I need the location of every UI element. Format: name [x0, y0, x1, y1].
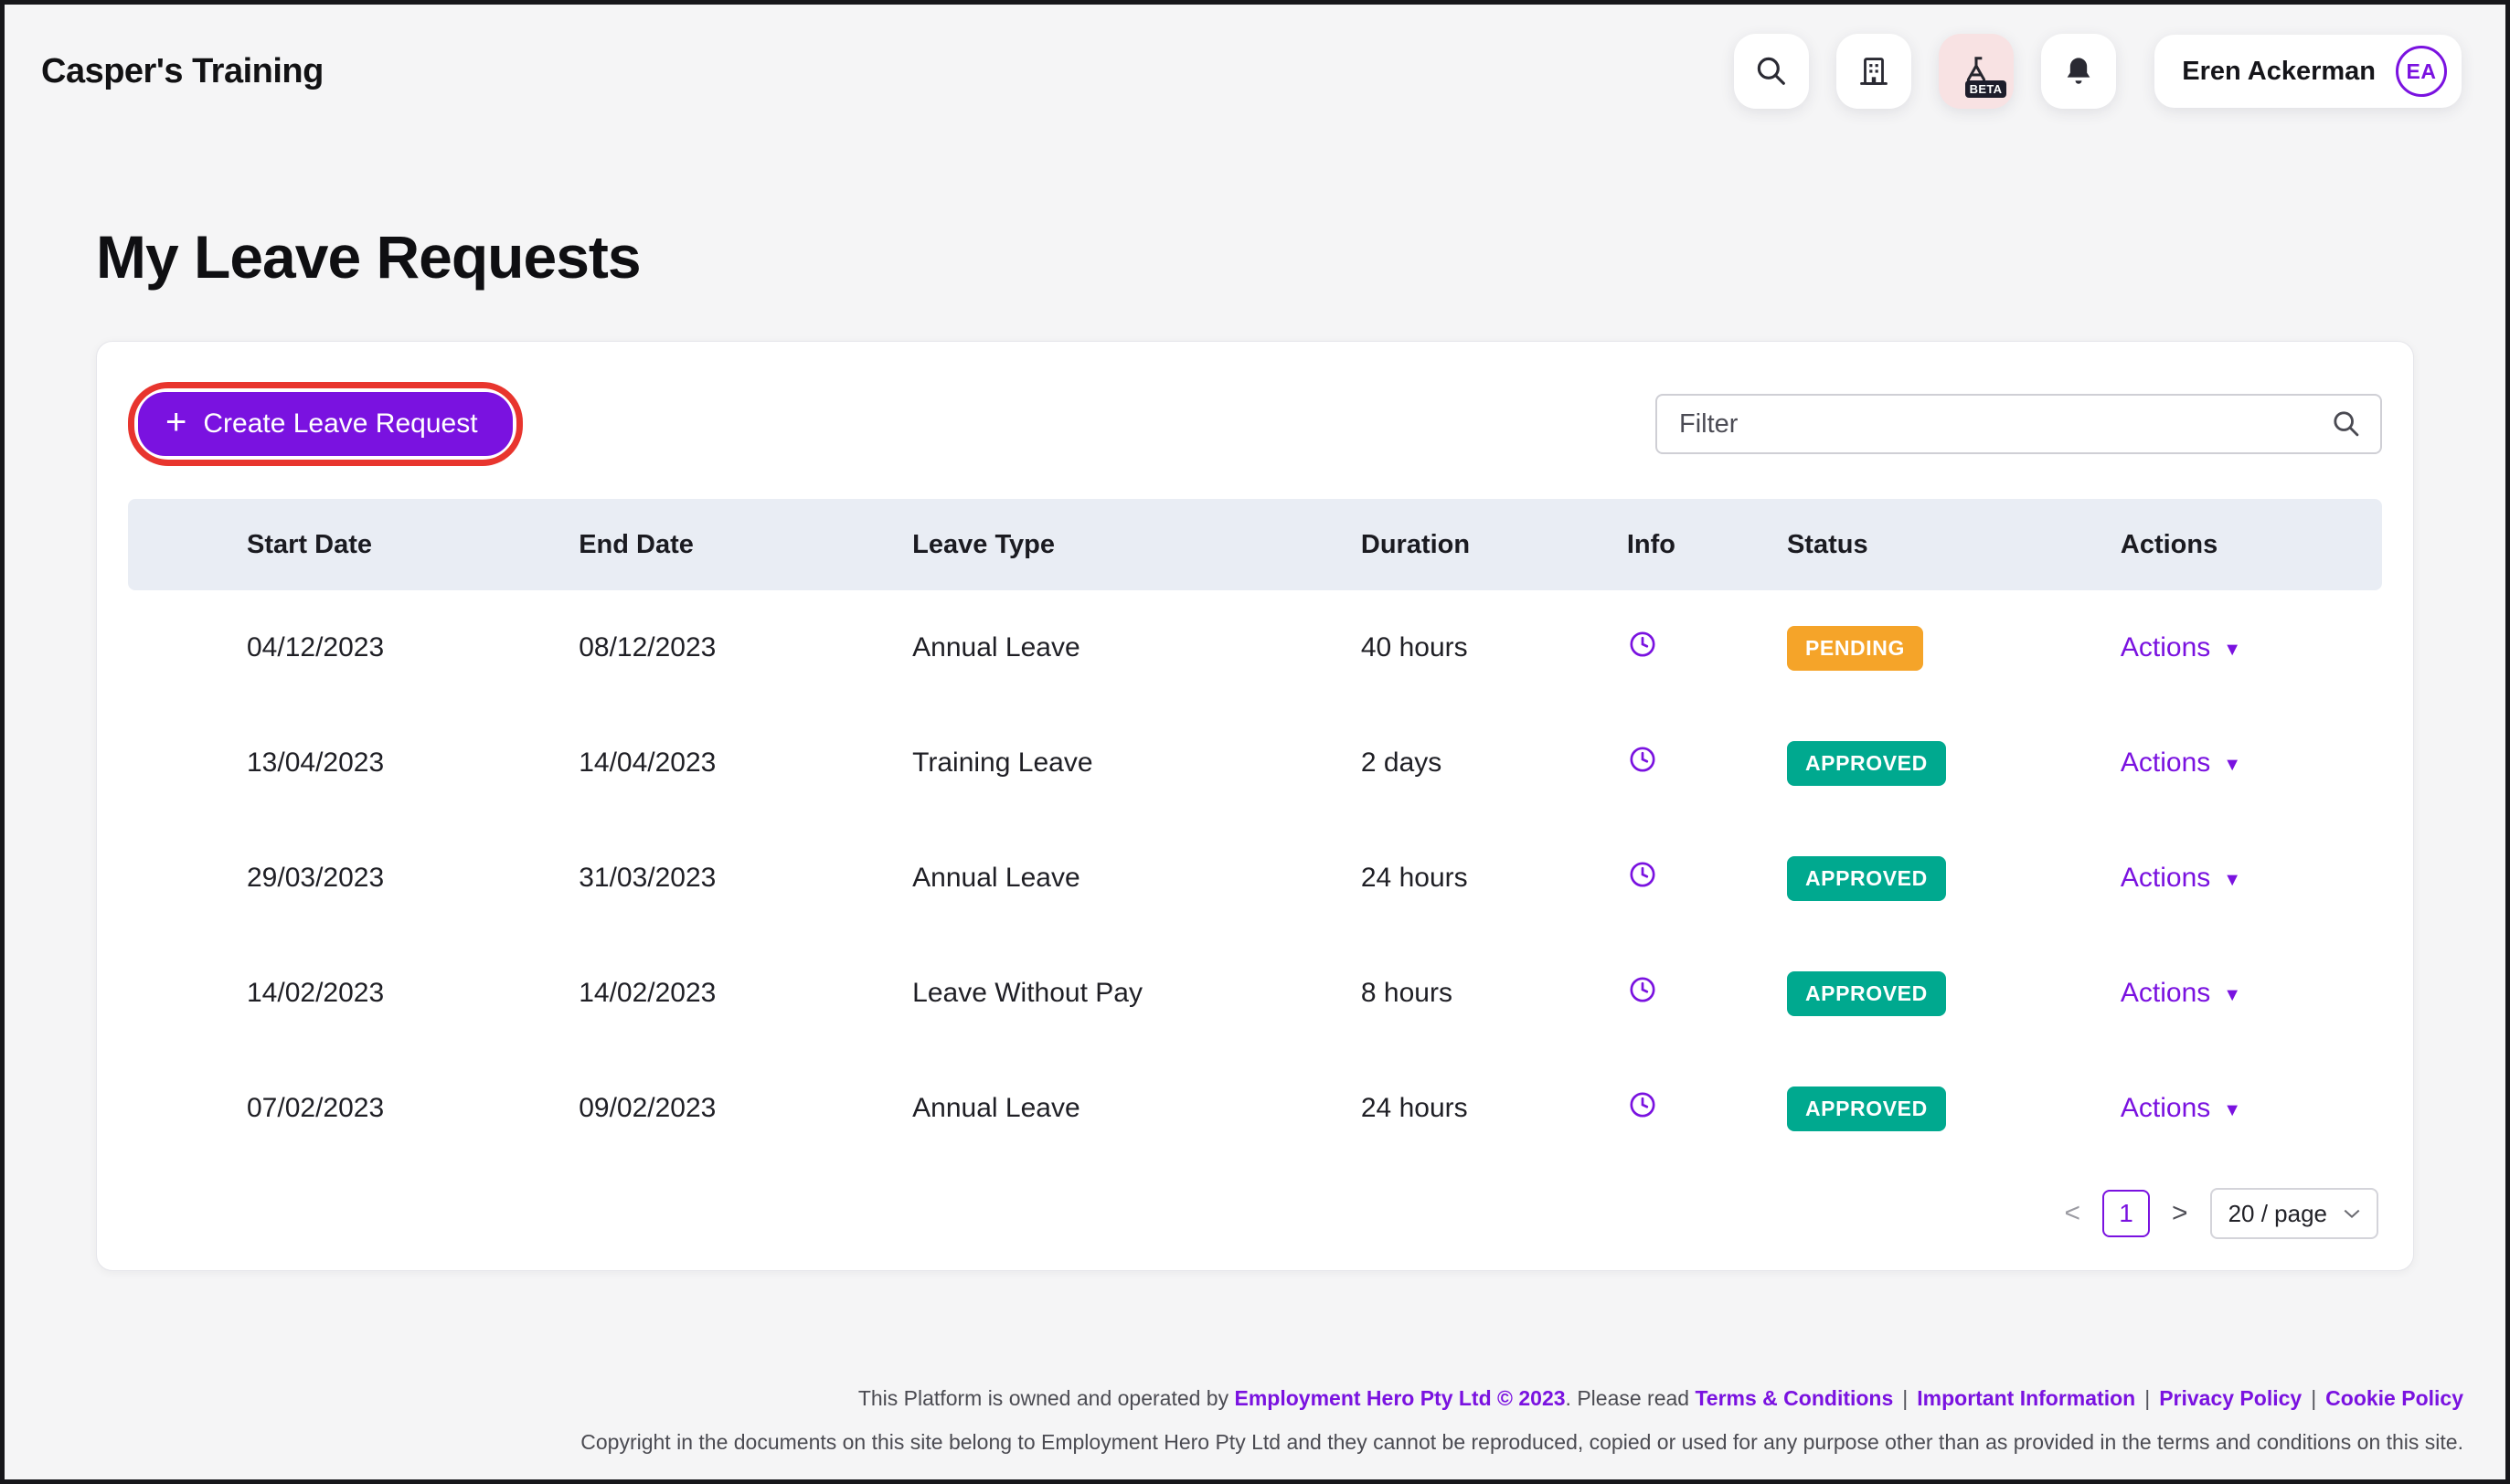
footer: This Platform is owned and operated by E… [5, 1383, 2505, 1458]
important-information-link[interactable]: Important Information [1917, 1386, 2135, 1410]
cell-start-date: 07/02/2023 [247, 1093, 385, 1123]
cell-leave-type: Annual Leave [912, 863, 1080, 893]
cell-start-date: 13/04/2023 [247, 747, 385, 778]
footer-separator: | [1902, 1386, 1909, 1410]
cookie-policy-link[interactable]: Cookie Policy [2325, 1386, 2463, 1410]
cell-end-date: 14/02/2023 [579, 978, 717, 1008]
status-badge: APPROVED [1786, 740, 1946, 786]
cell-start-date: 14/02/2023 [247, 978, 385, 1008]
labs-beta-button[interactable]: BETA [1939, 34, 2015, 109]
pagination-page-1-button[interactable]: 1 [2102, 1190, 2151, 1237]
column-header-duration: Duration [1360, 499, 1627, 590]
table-row: 04/12/2023 08/12/2023 Annual Leave 40 ho… [128, 590, 2382, 705]
clock-icon[interactable] [1627, 744, 1658, 775]
filter-container [1655, 394, 2382, 454]
column-header-end-date: End Date [579, 499, 913, 590]
table-row: 29/03/2023 31/03/2023 Annual Leave 24 ho… [128, 821, 2382, 936]
cell-end-date: 09/02/2023 [579, 1093, 717, 1123]
beta-badge: BETA [1964, 80, 2007, 98]
column-header-info: Info [1626, 499, 1787, 590]
user-name: Eren Ackerman [2182, 56, 2376, 86]
caret-down-icon: ▼ [2223, 985, 2242, 1005]
notifications-button[interactable] [2041, 34, 2117, 109]
table-row: 13/04/2023 14/04/2023 Training Leave 2 d… [128, 705, 2382, 821]
table-row: 14/02/2023 14/02/2023 Leave Without Pay … [128, 936, 2382, 1051]
bell-icon [2061, 54, 2096, 89]
caret-down-icon: ▼ [2223, 870, 2242, 890]
footer-separator: | [2311, 1386, 2317, 1410]
privacy-policy-link[interactable]: Privacy Policy [2159, 1386, 2302, 1410]
pagination-prev-button[interactable]: < [2065, 1198, 2081, 1229]
cell-end-date: 08/12/2023 [579, 632, 717, 662]
terms-conditions-link[interactable]: Terms & Conditions [1695, 1386, 1893, 1410]
cell-start-date: 29/03/2023 [247, 863, 385, 893]
cell-duration: 40 hours [1360, 632, 1468, 662]
cell-duration: 2 days [1360, 747, 1442, 778]
cell-duration: 24 hours [1360, 863, 1468, 893]
leave-requests-card: + Create Leave Request Start Date End Da… [96, 341, 2414, 1271]
column-header-status: Status [1786, 499, 2121, 590]
pagination: < 1 > 20 / page [128, 1188, 2382, 1239]
cell-duration: 24 hours [1360, 1093, 1468, 1123]
row-actions-button[interactable]: Actions ▼ [2121, 863, 2241, 894]
organisation-button[interactable] [1836, 34, 1912, 109]
status-badge: APPROVED [1786, 855, 1946, 901]
cell-end-date: 31/03/2023 [579, 863, 717, 893]
leave-requests-table: Start Date End Date Leave Type Duration … [128, 499, 2382, 1166]
cell-duration: 8 hours [1360, 978, 1452, 1008]
page-size-select[interactable]: 20 / page [2209, 1188, 2378, 1239]
page-title: My Leave Requests [96, 223, 642, 291]
user-menu[interactable]: Eren Ackerman EA [2154, 35, 2462, 108]
column-header-leave-type: Leave Type [912, 499, 1361, 590]
status-badge: APPROVED [1786, 970, 1946, 1016]
caret-down-icon: ▼ [2223, 755, 2242, 775]
column-header-start-date: Start Date [128, 499, 580, 590]
caret-down-icon: ▼ [2223, 640, 2242, 660]
column-header-actions: Actions [2120, 499, 2382, 590]
cell-start-date: 04/12/2023 [247, 632, 385, 662]
row-actions-button[interactable]: Actions ▼ [2121, 978, 2241, 1009]
filter-search-icon [2331, 408, 2362, 440]
footer-copyright-text: Copyright in the documents on this site … [580, 1429, 2463, 1454]
cell-end-date: 14/04/2023 [579, 747, 717, 778]
caret-down-icon: ▼ [2223, 1100, 2242, 1120]
footer-please-read-text: . Please read [1565, 1386, 1696, 1410]
status-badge: APPROVED [1786, 1086, 1946, 1131]
employment-hero-link[interactable]: Employment Hero Pty Ltd © 2023 [1235, 1386, 1566, 1410]
clock-icon[interactable] [1627, 859, 1658, 890]
card-toolbar: + Create Leave Request [128, 382, 2382, 466]
search-button[interactable] [1734, 34, 1810, 109]
clock-icon[interactable] [1627, 629, 1658, 660]
status-badge: PENDING [1786, 625, 1923, 671]
app-title: Casper's Training [41, 51, 324, 90]
cell-leave-type: Annual Leave [912, 1093, 1080, 1123]
building-icon [1856, 54, 1891, 89]
footer-line1: This Platform is owned and operated by E… [47, 1383, 2463, 1415]
filter-input[interactable] [1655, 394, 2382, 454]
footer-ownership-text: This Platform is owned and operated by [857, 1386, 1235, 1410]
avatar: EA [2396, 46, 2447, 97]
row-actions-button[interactable]: Actions ▼ [2121, 747, 2241, 779]
chevron-down-icon [2344, 1209, 2360, 1219]
app-header: Casper's Training BETA Eren Ackerman EA [5, 5, 2505, 138]
cell-leave-type: Annual Leave [912, 632, 1080, 662]
create-leave-request-button[interactable]: + Create Leave Request [138, 392, 513, 456]
cell-leave-type: Leave Without Pay [912, 978, 1143, 1008]
row-actions-button[interactable]: Actions ▼ [2121, 1093, 2241, 1124]
cell-leave-type: Training Leave [912, 747, 1093, 778]
table-row: 07/02/2023 09/02/2023 Annual Leave 24 ho… [128, 1051, 2382, 1166]
row-actions-button[interactable]: Actions ▼ [2121, 632, 2241, 663]
create-button-highlight-ring: + Create Leave Request [128, 382, 523, 466]
footer-separator: | [2144, 1386, 2151, 1410]
table-header: Start Date End Date Leave Type Duration … [128, 499, 2382, 590]
clock-icon[interactable] [1627, 974, 1658, 1005]
pagination-next-button[interactable]: > [2172, 1198, 2188, 1229]
clock-icon[interactable] [1627, 1089, 1658, 1120]
header-actions: BETA Eren Ackerman EA [1734, 34, 2462, 109]
plus-icon: + [165, 402, 187, 442]
page-size-value: 20 / page [2228, 1199, 2327, 1227]
search-icon [1754, 54, 1789, 89]
create-button-label: Create Leave Request [203, 408, 478, 439]
